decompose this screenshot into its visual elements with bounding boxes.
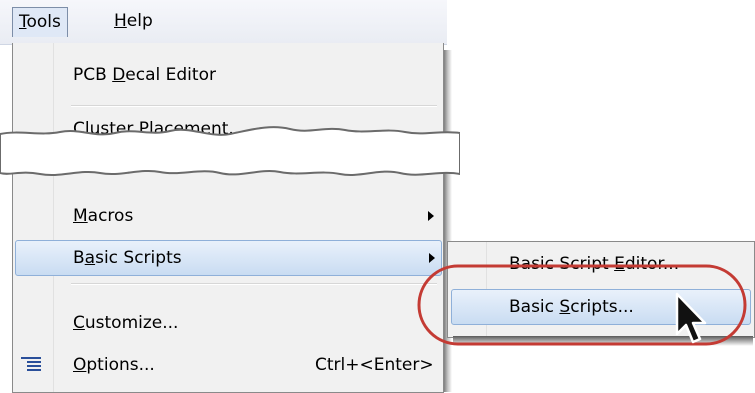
- label-part: sic Scripts: [95, 248, 182, 268]
- label-hotkey: O: [73, 355, 87, 375]
- menu-item-label: Macros: [73, 198, 133, 234]
- tools-hotkey: T: [19, 12, 27, 32]
- torn-paper-effect: [0, 126, 460, 176]
- menu-item-options[interactable]: Options... Ctrl+<Enter>: [15, 347, 440, 383]
- tools-label-rest: ools: [26, 12, 61, 32]
- label-hotkey: C: [73, 313, 85, 333]
- label-hotkey: M: [73, 206, 88, 226]
- menu-item-basic-scripts[interactable]: Basic Scripts: [15, 240, 442, 276]
- menu-tools[interactable]: Tools: [12, 7, 68, 37]
- menu-item-label: Customize...: [73, 305, 178, 341]
- label-part: PCB: [73, 65, 113, 85]
- menu-item-customize[interactable]: Customize...: [15, 305, 440, 341]
- submenu-arrow-icon: [428, 211, 434, 221]
- options-icon: [21, 355, 41, 375]
- menu-item-label: Basic Scripts: [73, 241, 182, 275]
- label-hotkey: a: [84, 248, 96, 268]
- options-shortcut: Ctrl+<Enter>: [315, 355, 434, 375]
- label-part: ecal Editor: [125, 65, 216, 85]
- menu-item-label: Options...: [73, 347, 155, 383]
- menu-bar: Tools Help: [0, 0, 447, 45]
- label-part: B: [73, 248, 85, 268]
- menu-item-macros[interactable]: Macros: [15, 198, 440, 234]
- help-label-rest: elp: [126, 11, 153, 31]
- menu-separator: [71, 105, 437, 107]
- mouse-cursor-icon: [675, 292, 707, 344]
- menu-help[interactable]: Help: [108, 7, 159, 36]
- label-hotkey: D: [112, 65, 126, 85]
- submenu-arrow-icon: [429, 253, 435, 263]
- tools-dropdown-menu: PCB Decal Editor Cluster Placement... Ma…: [12, 43, 444, 393]
- help-hotkey: H: [114, 11, 127, 31]
- menu-separator: [71, 283, 437, 285]
- menu-item-label: PCB Decal Editor: [73, 57, 216, 93]
- label-part: acros: [87, 206, 134, 226]
- label-part: ustomize...: [84, 313, 179, 333]
- label-part: ptions...: [86, 355, 155, 375]
- menu-item-pcb-decal-editor[interactable]: PCB Decal Editor: [15, 57, 440, 93]
